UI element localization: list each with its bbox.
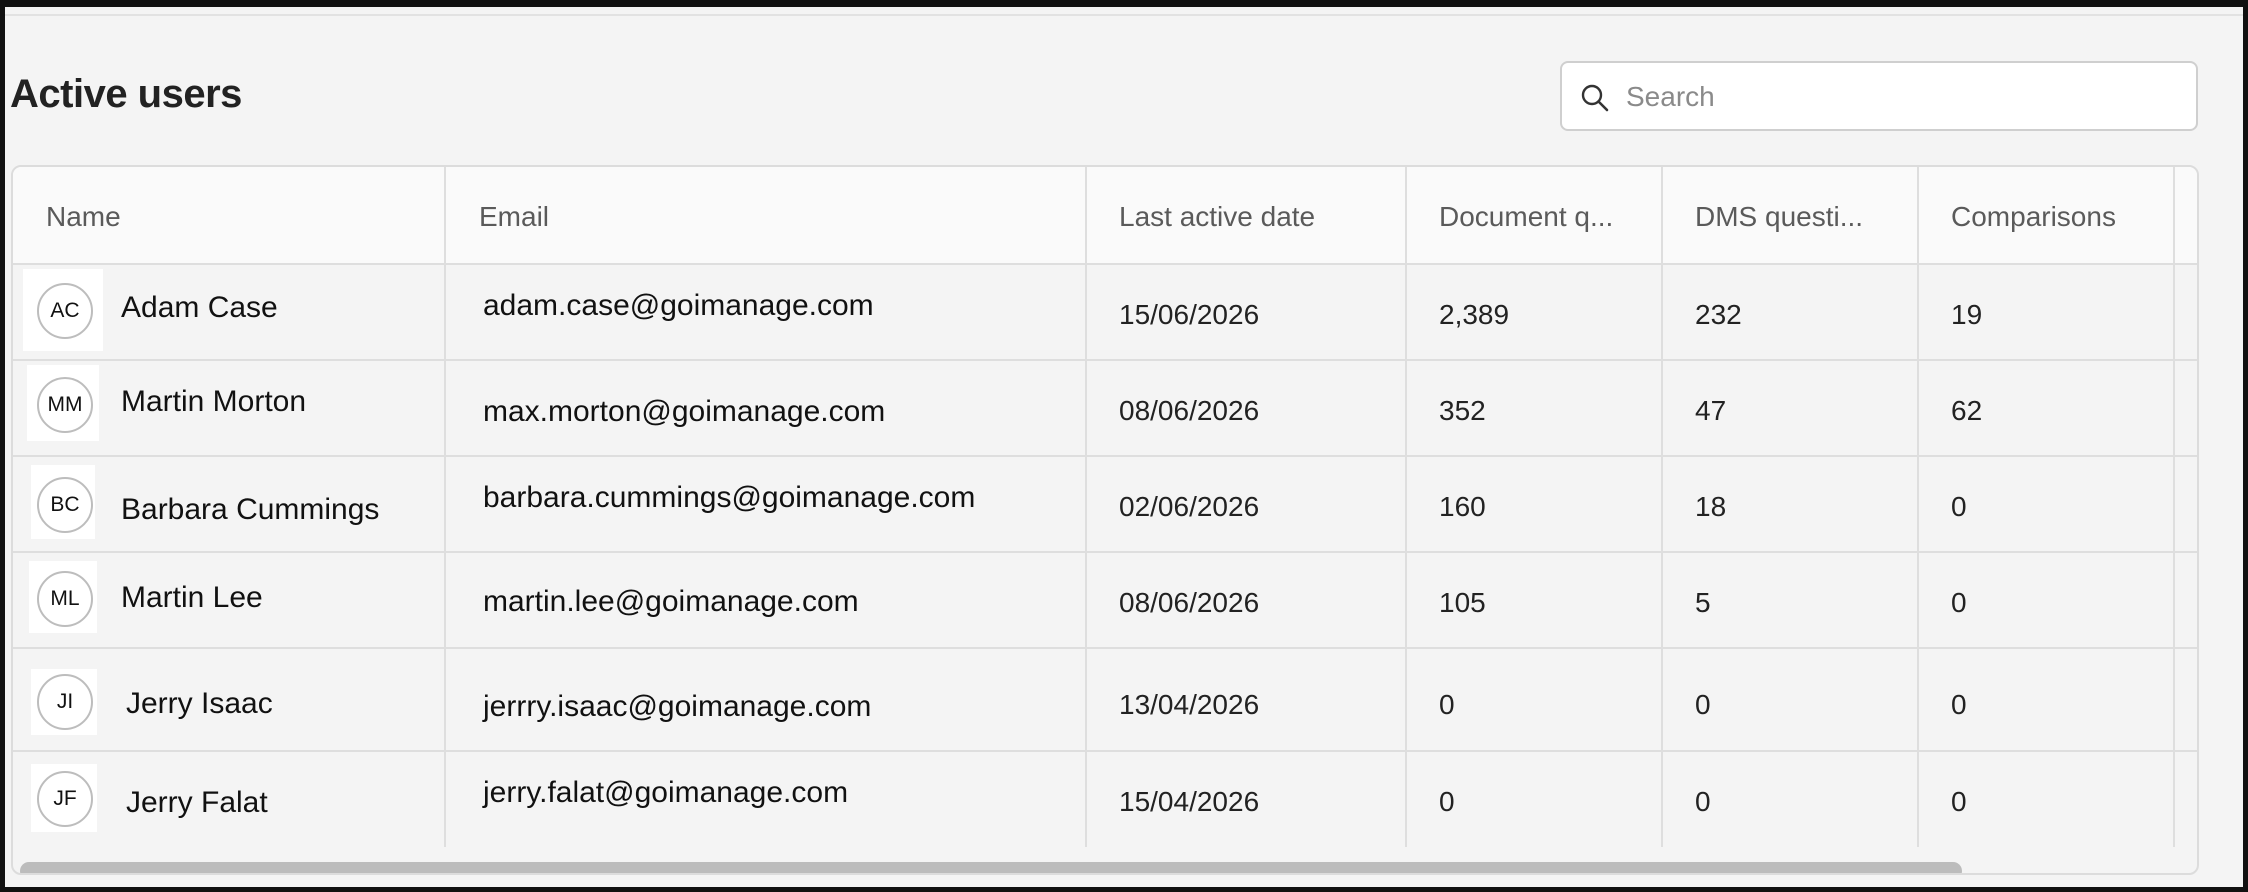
avatar: MM	[37, 377, 93, 433]
comparisons-count: 0	[1951, 587, 1967, 618]
user-email: adam.case@goimanage.com	[483, 289, 874, 322]
user-email: max.morton@goimanage.com	[483, 395, 886, 428]
table-header: Name Email Last active date Document q..…	[13, 167, 2197, 265]
document-queries-count: 352	[1439, 395, 1486, 426]
user-name: Martin Lee	[121, 581, 263, 614]
page-title: Active users	[10, 72, 242, 116]
comparisons-count: 19	[1951, 299, 1983, 330]
user-name: Adam Case	[121, 291, 278, 324]
table-row[interactable]: ML Martin Lee martin.lee@goimanage.com 0…	[13, 553, 2197, 647]
last-active-date: 15/04/2026	[1119, 786, 1260, 817]
column-header-document-queries[interactable]: Document q...	[1439, 201, 1613, 233]
search-box[interactable]	[1560, 61, 2198, 131]
search-input[interactable]	[1624, 69, 2188, 125]
top-divider	[5, 14, 2243, 16]
comparisons-count: 0	[1951, 689, 1967, 720]
last-active-date: 08/06/2026	[1119, 587, 1260, 618]
column-header-comparisons[interactable]: Comparisons	[1951, 201, 2116, 233]
avatar: ML	[37, 571, 93, 627]
document-queries-count: 2,389	[1439, 299, 1510, 330]
avatar: JI	[37, 674, 93, 730]
search-icon	[1581, 84, 1609, 112]
table-row[interactable]: JI Jerry Isaac jerrry.isaac@goimanage.co…	[13, 649, 2197, 750]
user-name: Jerry Falat	[126, 786, 268, 819]
comparisons-count: 0	[1951, 786, 1967, 817]
dms-questions-count: 18	[1695, 491, 1727, 522]
last-active-date: 13/04/2026	[1119, 689, 1260, 720]
dms-questions-count: 5	[1695, 587, 1711, 618]
user-email: jerry.falat@goimanage.com	[483, 776, 849, 809]
user-email: martin.lee@goimanage.com	[483, 585, 859, 618]
user-name: Martin Morton	[121, 385, 307, 418]
user-name: Jerry Isaac	[126, 687, 273, 720]
table-row[interactable]: AC Adam Case adam.case@goimanage.com 15/…	[13, 265, 2197, 359]
column-header-email[interactable]: Email	[479, 201, 549, 233]
last-active-date: 08/06/2026	[1119, 395, 1260, 426]
user-email: barbara.cummings@goimanage.com	[483, 481, 976, 514]
dms-questions-count: 47	[1695, 395, 1727, 426]
table-row[interactable]: MM Martin Morton max.morton@goimanage.co…	[13, 361, 2197, 455]
dms-questions-count: 0	[1695, 786, 1711, 817]
column-header-dms-questions[interactable]: DMS questi...	[1695, 201, 1863, 233]
table-row[interactable]: BC Barbara Cummings barbara.cummings@goi…	[13, 457, 2197, 551]
user-name: Barbara Cummings	[121, 493, 380, 526]
document-queries-count: 160	[1439, 491, 1486, 522]
last-active-date: 15/06/2026	[1119, 299, 1260, 330]
avatar: BC	[37, 477, 93, 533]
document-queries-count: 105	[1439, 587, 1486, 618]
user-email: jerrry.isaac@goimanage.com	[483, 690, 872, 723]
avatar: JF	[37, 771, 93, 827]
dms-questions-count: 232	[1695, 299, 1742, 330]
document-queries-count: 0	[1439, 689, 1455, 720]
last-active-date: 02/06/2026	[1119, 491, 1260, 522]
scrollbar-thumb[interactable]	[20, 862, 1962, 873]
document-queries-count: 0	[1439, 786, 1455, 817]
table-row[interactable]: JF Jerry Falat jerry.falat@goimanage.com…	[13, 752, 2197, 847]
column-header-last-active-date[interactable]: Last active date	[1119, 201, 1315, 233]
users-table: Name Email Last active date Document q..…	[11, 165, 2199, 875]
comparisons-count: 62	[1951, 395, 1983, 426]
avatar: AC	[37, 283, 93, 339]
column-header-name[interactable]: Name	[46, 201, 121, 233]
horizontal-scrollbar[interactable]	[13, 849, 2197, 873]
dms-questions-count: 0	[1695, 689, 1711, 720]
comparisons-count: 0	[1951, 491, 1967, 522]
